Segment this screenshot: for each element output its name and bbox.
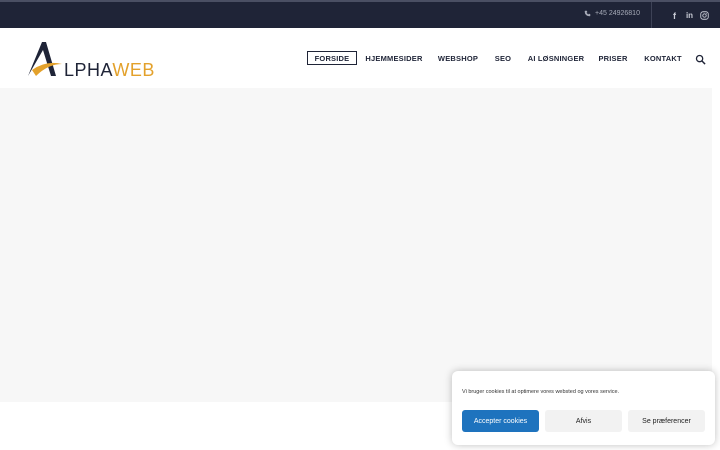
logo-alpha: LPHA: [64, 60, 113, 80]
nav-item-webshop[interactable]: WEBSHOP: [436, 51, 480, 65]
nav-item-priser[interactable]: PRISER: [597, 51, 629, 65]
phone-number: +45 24926810: [595, 10, 640, 17]
facebook-icon[interactable]: f: [669, 10, 680, 21]
nav-item-hjemmesider[interactable]: HJEMMESIDER: [364, 51, 424, 65]
top-bar: +45 24926810 f in: [0, 0, 720, 28]
nav-item-kontakt[interactable]: KONTAKT: [641, 51, 685, 65]
deny-cookies-button[interactable]: Afvis: [545, 410, 622, 432]
cookie-banner: Vi bruger cookies til at optimere vores …: [452, 371, 715, 445]
phone-contact[interactable]: +45 24926810: [584, 10, 640, 17]
instagram-glyph: [700, 11, 709, 20]
topbar-divider: [651, 2, 652, 28]
cookie-preferences-button[interactable]: Se præferencer: [628, 410, 705, 432]
nav-item-ai-losninger[interactable]: AI LØSNINGER: [526, 51, 586, 65]
logo-web: WEB: [112, 60, 155, 80]
phone-icon: [584, 10, 591, 17]
instagram-icon[interactable]: [699, 10, 710, 21]
hero-section: [0, 88, 712, 402]
accept-cookies-button[interactable]: Accepter cookies: [462, 410, 539, 432]
search-icon[interactable]: [695, 52, 707, 65]
nav-item-seo[interactable]: SEO: [492, 51, 514, 65]
nav-item-forside[interactable]: FORSIDE: [307, 51, 357, 65]
cookie-message: Vi bruger cookies til at optimere vores …: [462, 389, 620, 395]
logo-a-mark: [28, 42, 62, 76]
site-logo[interactable]: LPHAWEB: [26, 40, 156, 80]
linkedin-icon[interactable]: in: [684, 10, 695, 21]
logo-wordmark: LPHAWEB: [64, 60, 155, 81]
